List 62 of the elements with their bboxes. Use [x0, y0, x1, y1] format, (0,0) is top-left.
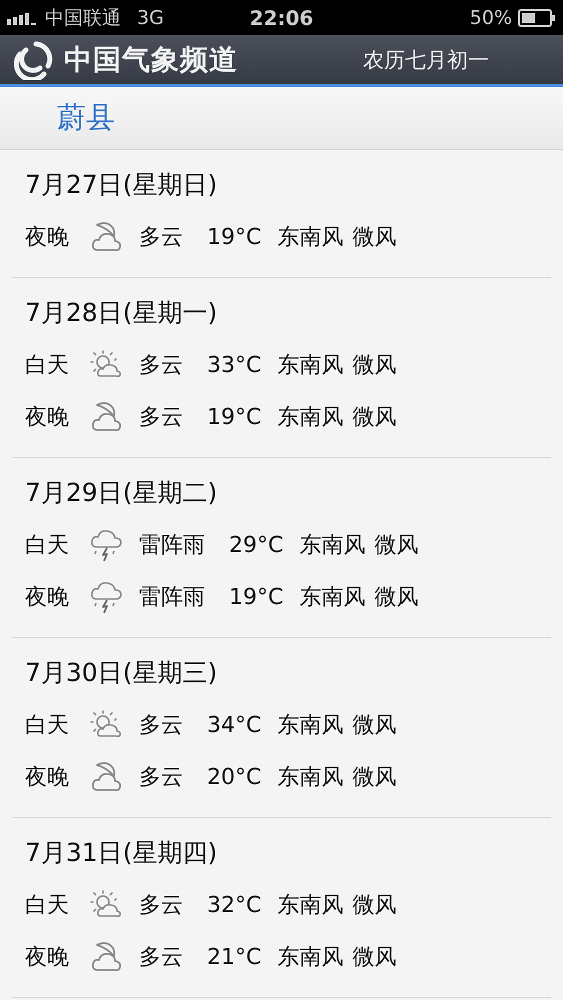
weather-condition: 多云 [139, 892, 183, 920]
wind-direction: 东南风 [277, 764, 344, 792]
weather-condition: 多云 [139, 712, 183, 740]
period-label: 白天 [25, 532, 69, 560]
day-date: 7月30日(星期三) [25, 657, 218, 689]
battery-icon [518, 8, 556, 26]
weather-condition: 多云 [139, 764, 183, 792]
signal-icon [7, 10, 39, 24]
period-label: 白天 [25, 352, 69, 380]
wind-direction: 东南风 [277, 712, 344, 740]
wind-direction: 东南风 [299, 532, 366, 560]
lunar-date: 农历七月初一 [363, 46, 489, 74]
city-name: 蔚县 [57, 99, 115, 136]
temperature: 19°C [207, 224, 262, 250]
wind-force: 微风 [352, 404, 396, 432]
thunderstorm-icon [89, 580, 125, 614]
day-date: 7月29日(星期二) [25, 477, 218, 509]
temperature: 20°C [207, 764, 262, 790]
wind-force: 微风 [374, 584, 418, 612]
period-label: 白天 [25, 712, 69, 740]
wind-direction: 东南风 [277, 944, 344, 972]
temperature: 32°C [207, 892, 262, 918]
wind-force: 微风 [352, 712, 396, 740]
weather-condition: 多云 [139, 352, 183, 380]
wind-direction: 东南风 [277, 892, 344, 920]
wind-force: 微风 [352, 224, 396, 252]
period-label: 夜晚 [25, 944, 69, 972]
temperature: 29°C [229, 532, 284, 558]
day-date: 7月28日(星期一) [25, 297, 218, 329]
wind-force: 微风 [352, 764, 396, 792]
weather-condition: 雷阵雨 [139, 584, 205, 612]
thunderstorm-icon [89, 528, 125, 562]
temperature: 34°C [207, 712, 262, 738]
wind-force: 微风 [352, 892, 396, 920]
wind-direction: 东南风 [277, 404, 344, 432]
temperature: 33°C [207, 352, 262, 378]
day-date: 7月27日(星期日) [25, 169, 218, 201]
swirl-logo-icon [14, 40, 54, 80]
temperature: 21°C [207, 944, 262, 970]
period-label: 夜晚 [25, 224, 69, 252]
logo-text: 中国气象频道 [64, 42, 238, 78]
wind-direction: 东南风 [277, 352, 344, 380]
day-date: 7月31日(星期四) [25, 837, 218, 869]
battery-percent: 50% [470, 6, 512, 28]
wind-force: 微风 [352, 352, 396, 380]
period-label: 白天 [25, 892, 69, 920]
weather-condition: 多云 [139, 404, 183, 432]
period-label: 夜晚 [25, 404, 69, 432]
network-type: 3G [137, 6, 164, 28]
temperature: 19°C [229, 584, 284, 610]
period-label: 夜晚 [25, 584, 69, 612]
wind-direction: 东南风 [277, 224, 344, 252]
temperature: 19°C [207, 404, 262, 430]
weather-condition: 多云 [139, 224, 183, 252]
carrier-name: 中国联通 [45, 6, 121, 30]
weather-condition: 多云 [139, 944, 183, 972]
weather-condition: 雷阵雨 [139, 532, 205, 560]
wind-force: 微风 [352, 944, 396, 972]
clock: 22:06 [250, 6, 314, 30]
wind-force: 微风 [374, 532, 418, 560]
wind-direction: 东南风 [299, 584, 366, 612]
period-label: 夜晚 [25, 764, 69, 792]
